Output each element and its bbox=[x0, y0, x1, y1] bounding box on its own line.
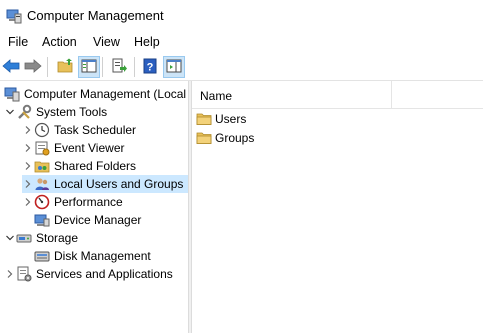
disk-icon bbox=[34, 248, 50, 264]
tree-item-label: Task Scheduler bbox=[54, 123, 137, 137]
users-icon bbox=[34, 176, 50, 192]
chevron-right-icon[interactable] bbox=[22, 121, 34, 139]
tree-item-local-users-and-groups[interactable]: Local Users and Groups bbox=[22, 175, 188, 193]
export-list-icon bbox=[111, 58, 127, 77]
title-bar: Computer Management bbox=[0, 0, 483, 31]
tree-item-label: System Tools bbox=[36, 105, 108, 119]
tree-item-label: Shared Folders bbox=[54, 159, 137, 173]
menu-bar: File Action View Help bbox=[0, 31, 483, 53]
performance-icon bbox=[34, 194, 50, 210]
list-item-groups[interactable]: Groups bbox=[196, 128, 254, 147]
tree-item-shared-folders[interactable]: Shared Folders bbox=[22, 157, 136, 175]
list-item-name: Groups bbox=[215, 130, 255, 145]
clock-icon bbox=[34, 122, 50, 138]
tree-item-label: Disk Management bbox=[54, 249, 151, 263]
tree-item-computer-management[interactable]: Computer Management (Local bbox=[4, 85, 186, 103]
folder-icon bbox=[196, 130, 212, 146]
tree-item-disk-management[interactable]: Disk Management bbox=[34, 247, 151, 265]
event-viewer-icon bbox=[34, 140, 50, 156]
shared-folder-icon bbox=[34, 158, 50, 174]
tree-item-label: Services and Applications bbox=[36, 267, 173, 281]
chevron-right-icon[interactable] bbox=[22, 193, 34, 211]
console-tree[interactable]: Computer Management (Local System Tools … bbox=[0, 81, 188, 333]
toolbar-separator bbox=[134, 57, 135, 77]
chevron-down-icon[interactable] bbox=[4, 103, 16, 121]
forward-button[interactable] bbox=[22, 56, 44, 78]
back-button[interactable] bbox=[0, 56, 22, 78]
tree-item-services-and-applications[interactable]: Services and Applications bbox=[4, 265, 173, 283]
up-folder-icon bbox=[57, 58, 73, 77]
menu-help[interactable]: Help bbox=[133, 34, 161, 50]
chevron-right-icon[interactable] bbox=[22, 139, 34, 157]
menu-file[interactable]: File bbox=[7, 34, 29, 50]
folder-icon bbox=[196, 111, 212, 127]
services-icon bbox=[16, 266, 32, 282]
column-header-name[interactable]: Name bbox=[192, 81, 392, 109]
svg-text:?: ? bbox=[147, 61, 154, 73]
tree-item-event-viewer[interactable]: Event Viewer bbox=[22, 139, 124, 157]
export-list-button[interactable] bbox=[108, 56, 130, 78]
results-pane[interactable]: Name Users Groups bbox=[192, 81, 483, 333]
back-arrow-icon bbox=[2, 58, 20, 77]
up-one-level-button[interactable] bbox=[54, 56, 76, 78]
tree-item-label: Storage bbox=[36, 231, 79, 245]
toolbar-separator bbox=[47, 57, 48, 77]
toolbar-separator bbox=[102, 57, 103, 77]
tree-item-label: Computer Management (Local bbox=[24, 87, 187, 101]
tree-item-label: Performance bbox=[54, 195, 123, 209]
chevron-down-icon[interactable] bbox=[4, 229, 16, 247]
menu-action[interactable]: Action bbox=[41, 34, 78, 50]
tree-item-label: Event Viewer bbox=[54, 141, 125, 155]
tree-item-task-scheduler[interactable]: Task Scheduler bbox=[22, 121, 136, 139]
computer-management-icon bbox=[4, 86, 20, 102]
show-hide-console-tree-button[interactable] bbox=[78, 56, 100, 78]
show-hide-console-tree-icon bbox=[81, 58, 97, 77]
show-hide-action-pane-button[interactable] bbox=[163, 56, 185, 78]
forward-arrow-icon bbox=[24, 58, 42, 77]
tools-icon bbox=[16, 104, 32, 120]
window-title: Computer Management bbox=[27, 8, 164, 23]
show-hide-action-pane-icon bbox=[166, 58, 182, 77]
tree-item-performance[interactable]: Performance bbox=[22, 193, 123, 211]
list-item-name: Users bbox=[215, 111, 247, 126]
chevron-right-icon[interactable] bbox=[22, 157, 34, 175]
tree-item-label: Local Users and Groups bbox=[54, 177, 184, 191]
device-manager-icon bbox=[34, 212, 50, 228]
toolbar: ? bbox=[0, 53, 483, 81]
help-button[interactable]: ? bbox=[139, 56, 161, 78]
list-item-users[interactable]: Users bbox=[196, 109, 246, 128]
menu-view[interactable]: View bbox=[92, 34, 121, 50]
chevron-right-icon[interactable] bbox=[22, 175, 34, 193]
tree-item-system-tools[interactable]: System Tools bbox=[4, 103, 107, 121]
help-icon: ? bbox=[142, 58, 158, 77]
list-header: Name bbox=[192, 81, 483, 109]
chevron-right-icon[interactable] bbox=[4, 265, 16, 283]
tree-item-storage[interactable]: Storage bbox=[4, 229, 78, 247]
storage-icon bbox=[16, 230, 32, 246]
tree-item-label: Device Manager bbox=[54, 213, 142, 227]
tree-item-device-manager[interactable]: Device Manager bbox=[34, 211, 141, 229]
computer-management-icon bbox=[6, 8, 22, 24]
